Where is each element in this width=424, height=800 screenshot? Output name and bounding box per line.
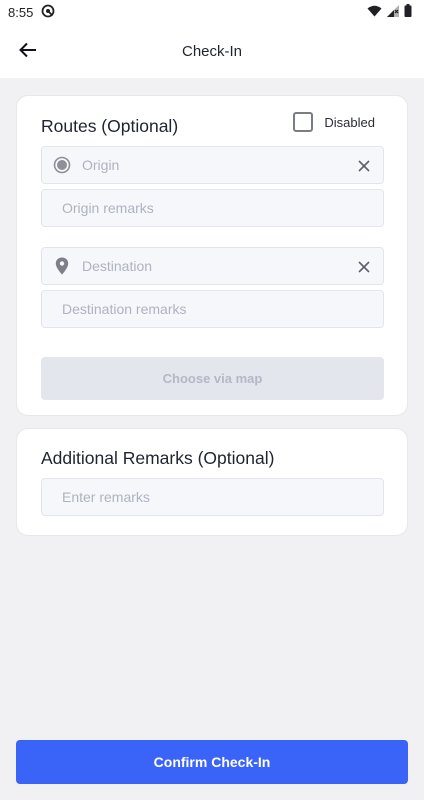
routes-title: Routes (Optional) (41, 116, 179, 136)
origin-field[interactable]: Origin (41, 146, 384, 184)
disabled-checkbox[interactable] (293, 112, 314, 132)
wifi-icon (367, 5, 382, 20)
location-pin-icon (42, 257, 82, 275)
close-icon[interactable] (355, 157, 373, 175)
destination-placeholder: Destination (82, 258, 153, 274)
disabled-toggle[interactable]: Disabled (293, 112, 375, 132)
destination-remarks-field[interactable]: Destination remarks (41, 290, 384, 328)
radio-dot-icon (42, 156, 82, 174)
battery-icon (404, 4, 412, 20)
close-icon[interactable] (355, 258, 373, 276)
routes-card: Routes (Optional) Disabled Origin Origin… (16, 95, 408, 416)
signal-icon (387, 4, 399, 20)
destination-field[interactable]: Destination (41, 247, 384, 285)
back-button[interactable] (14, 38, 42, 66)
disabled-label: Disabled (324, 114, 375, 130)
origin-placeholder: Origin (82, 157, 120, 173)
origin-remarks-field[interactable]: Origin remarks (41, 189, 384, 227)
origin-remarks-placeholder: Origin remarks (62, 200, 154, 216)
arrow-left-icon (18, 40, 38, 65)
additional-remarks-title: Additional Remarks (Optional) (41, 448, 275, 468)
at-icon (41, 4, 55, 21)
remarks-input[interactable]: Enter remarks (41, 478, 384, 516)
choose-via-map-button[interactable]: Choose via map (41, 357, 384, 400)
page-title: Check-In (181, 42, 243, 60)
status-time: 8:55 (8, 4, 34, 20)
remarks-placeholder: Enter remarks (62, 489, 150, 505)
app-bar: Check-In (0, 24, 424, 78)
status-bar: 8:55 (0, 0, 424, 24)
destination-remarks-placeholder: Destination remarks (62, 301, 187, 317)
confirm-check-in-button[interactable]: Confirm Check-In (16, 740, 408, 784)
additional-remarks-card: Additional Remarks (Optional) Enter rema… (16, 428, 408, 536)
